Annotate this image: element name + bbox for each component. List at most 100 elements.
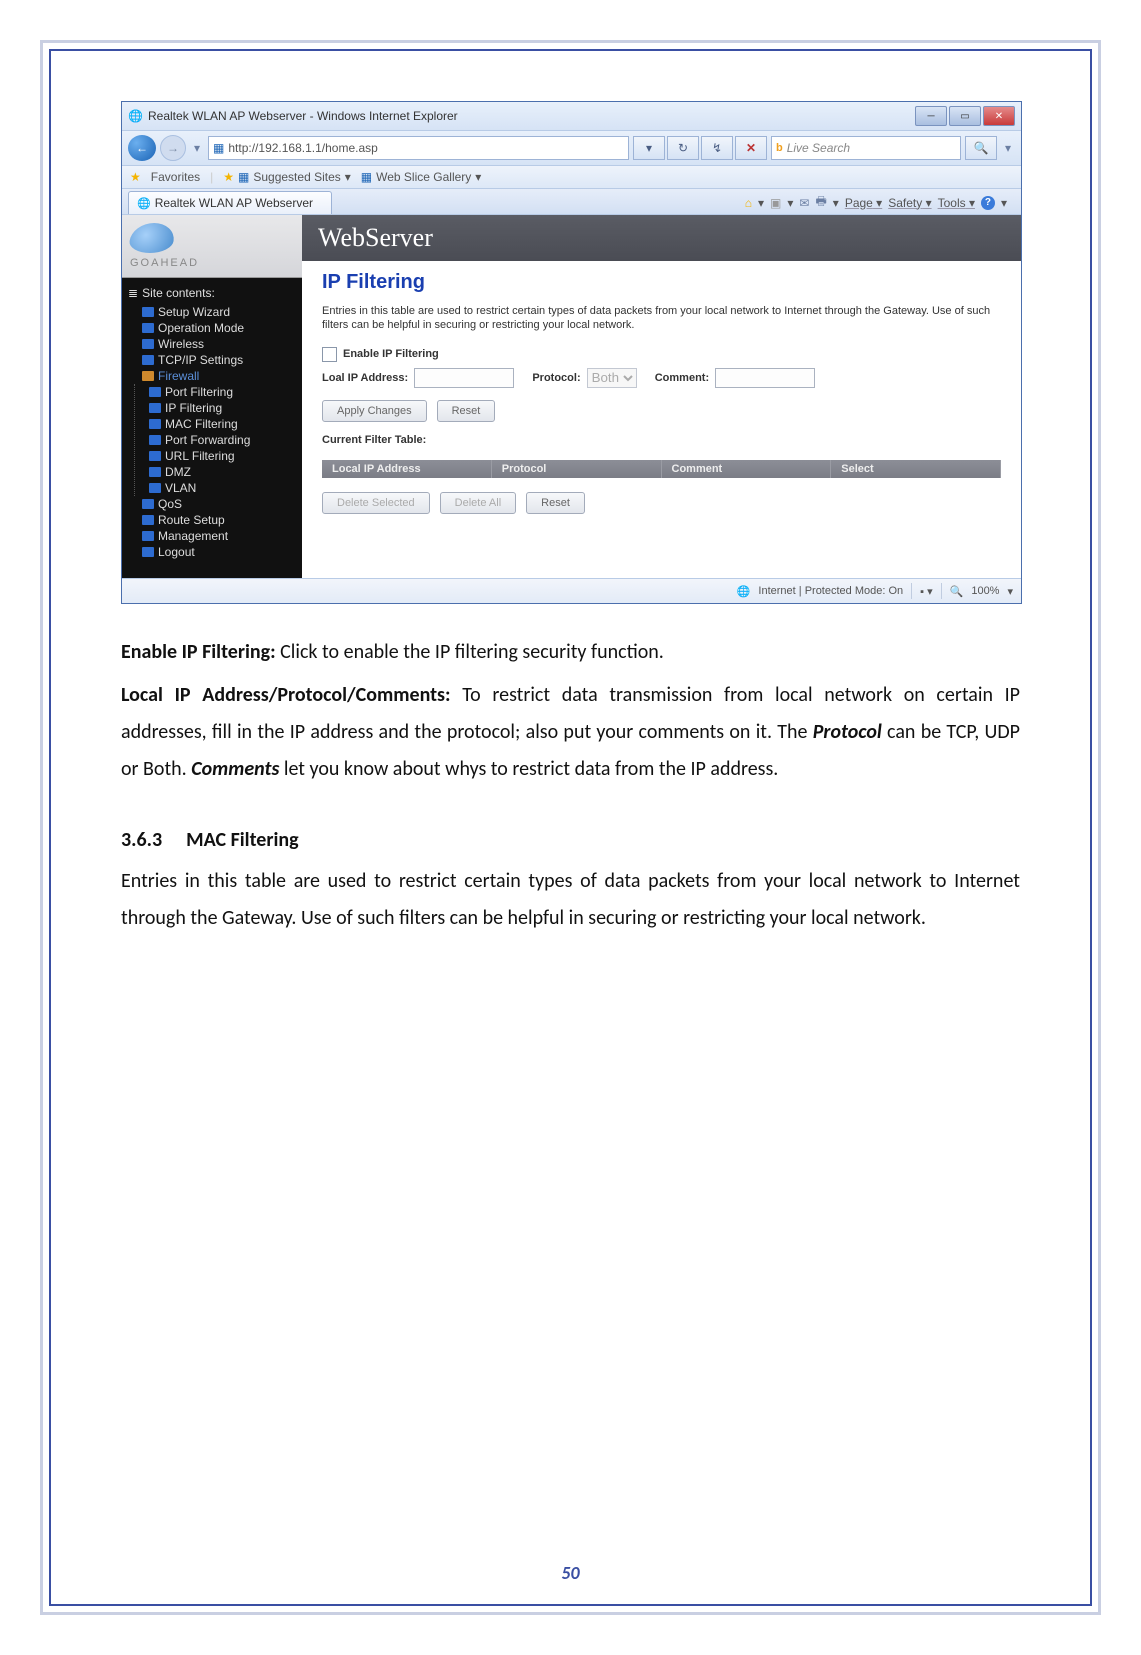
zoom-level[interactable]: 100% — [971, 585, 999, 597]
swoosh-icon — [128, 223, 176, 253]
sidebar: GOAHEAD ≣ Site contents: Setup Wizard Op… — [122, 215, 302, 578]
refresh-button[interactable]: ↻ — [667, 136, 699, 160]
tree-icon: ≣ — [128, 286, 138, 300]
window-titlebar: 🌐 Realtek WLAN AP Webserver - Windows In… — [122, 102, 1021, 131]
protocol-select[interactable]: Both — [587, 368, 637, 388]
page-number: 50 — [51, 1562, 1090, 1584]
enable-row: Enable IP Filtering — [322, 347, 1001, 362]
enable-checkbox[interactable] — [322, 347, 337, 362]
search-button[interactable]: 🔍 — [965, 136, 997, 160]
protected-mode-dropdown[interactable]: ▪ ▾ — [920, 585, 932, 598]
delete-selected-button[interactable]: Delete Selected — [322, 492, 430, 514]
browser-tab[interactable]: 🌐 Realtek WLAN AP Webserver — [128, 191, 332, 214]
page-content: GOAHEAD ≣ Site contents: Setup Wizard Op… — [122, 215, 1021, 578]
nav-operation-mode[interactable]: Operation Mode — [142, 320, 296, 336]
chevron-down-icon[interactable]: ▾ — [833, 196, 839, 210]
command-bar: ⌂ ▾ ▣ ▾ ✉ 🖶 ▾ Page ▾ Safety ▾ Tools ▾ ? ▾ — [745, 192, 1015, 213]
nav-tree: ≣ Site contents: Setup Wizard Operation … — [122, 278, 302, 568]
url-field[interactable]: ▦ http://192.168.1.1/home.asp — [208, 136, 629, 160]
help-icon[interactable]: ? — [981, 196, 995, 210]
webserver-header: WebServer — [302, 215, 1021, 261]
reset-table-button[interactable]: Reset — [526, 492, 585, 514]
window-maximize-button[interactable]: ▭ — [949, 106, 981, 126]
tree-title: ≣ Site contents: — [128, 286, 296, 300]
col-select: Select — [831, 460, 1001, 478]
comment-label: Comment: — [655, 372, 709, 384]
section-heading: 3.6.3MAC Filtering — [121, 822, 1020, 859]
favorites-label[interactable]: Favorites — [151, 170, 200, 184]
rss-icon[interactable]: ▣ — [770, 196, 781, 210]
chevron-down-icon[interactable]: ▾ — [758, 196, 764, 210]
nav-back-button[interactable]: ← — [128, 135, 156, 161]
tab-title: Realtek WLAN AP Webserver — [155, 196, 313, 210]
favorites-star-icon[interactable]: ★ — [130, 170, 141, 184]
address-row: Loal IP Address: Protocol: Both Comment: — [322, 368, 1001, 388]
ie-icon: 🌐 — [128, 109, 142, 123]
nav-dmz[interactable]: DMZ — [149, 464, 296, 480]
compat-view-button[interactable]: ↯ — [701, 136, 733, 160]
home-icon[interactable]: ⌂ — [745, 196, 752, 210]
nav-ip-filtering[interactable]: IP Filtering — [149, 400, 296, 416]
nav-wireless[interactable]: Wireless — [142, 336, 296, 352]
page-title: IP Filtering — [322, 271, 1001, 294]
nav-route-setup[interactable]: Route Setup — [142, 512, 296, 528]
window-title: Realtek WLAN AP Webserver - Windows Inte… — [148, 109, 913, 123]
nav-port-forwarding[interactable]: Port Forwarding — [149, 432, 296, 448]
window-close-button[interactable]: ✕ — [983, 106, 1015, 126]
window-minimize-button[interactable]: ─ — [915, 106, 947, 126]
delete-all-button[interactable]: Delete All — [440, 492, 516, 514]
nav-logout[interactable]: Logout — [142, 544, 296, 560]
col-local-ip: Local IP Address — [322, 460, 492, 478]
page-description: Entries in this table are used to restri… — [322, 304, 1001, 333]
chevron-down-icon[interactable]: ▾ — [1001, 196, 1007, 210]
para-local-ip: Local IP Address/Protocol/Comments: To r… — [121, 677, 1020, 788]
brand-logo: GOAHEAD — [122, 215, 302, 278]
mail-icon[interactable]: ✉ — [799, 196, 809, 210]
page-menu[interactable]: Page ▾ — [845, 196, 882, 210]
nav-management[interactable]: Management — [142, 528, 296, 544]
status-bar: 🌐 Internet | Protected Mode: On ▪ ▾ 🔍 10… — [122, 578, 1021, 603]
web-slice-link[interactable]: ▦ Web Slice Gallery ▾ — [361, 170, 482, 184]
tab-bar: 🌐 Realtek WLAN AP Webserver ⌂ ▾ ▣ ▾ ✉ 🖶 ▾ P… — [122, 189, 1021, 215]
zoom-dropdown[interactable]: ▾ — [1007, 585, 1013, 598]
reset-button[interactable]: Reset — [437, 400, 496, 422]
print-icon[interactable]: 🖶 — [815, 192, 826, 213]
doc-body: Enable IP Filtering: Click to enable the… — [121, 634, 1020, 937]
page-icon: ▦ — [213, 141, 224, 155]
suggested-sites-link[interactable]: ★ ▦ Suggested Sites ▾ — [223, 170, 351, 184]
local-ip-input[interactable] — [414, 368, 514, 388]
url-dropdown-button[interactable]: ▾ — [633, 136, 665, 160]
tools-menu[interactable]: Tools ▾ — [938, 196, 975, 210]
zone-icon: 🌐 — [737, 585, 751, 598]
nav-setup-wizard[interactable]: Setup Wizard — [142, 304, 296, 320]
nav-qos[interactable]: QoS — [142, 496, 296, 512]
nav-mac-filtering[interactable]: MAC Filtering — [149, 416, 296, 432]
nav-firewall[interactable]: Firewall — [142, 368, 296, 384]
local-ip-label: Loal IP Address: — [322, 372, 408, 384]
chevron-down-icon[interactable]: ▾ — [787, 196, 793, 210]
nav-tcpip[interactable]: TCP/IP Settings — [142, 352, 296, 368]
col-comment: Comment — [662, 460, 832, 478]
main-panel: WebServer IP Filtering Entries in this t… — [302, 215, 1021, 578]
page-icon: ▦ — [361, 170, 372, 184]
section-body: Entries in this table are used to restri… — [121, 863, 1020, 937]
search-dropdown[interactable]: ▾ — [1001, 141, 1015, 155]
nav-forward-button[interactable]: → — [160, 135, 186, 161]
bing-icon: b — [776, 142, 783, 154]
nav-vlan[interactable]: VLAN — [149, 480, 296, 496]
url-text: http://192.168.1.1/home.asp — [228, 141, 377, 155]
search-field[interactable]: b Live Search — [771, 136, 961, 160]
stop-button[interactable]: ✕ — [735, 136, 767, 160]
nav-history-dropdown[interactable]: ▾ — [190, 141, 204, 155]
enable-label: Enable IP Filtering — [343, 348, 439, 360]
star-icon: ★ — [223, 170, 234, 184]
search-placeholder: Live Search — [787, 141, 850, 155]
nav-port-filtering[interactable]: Port Filtering — [149, 384, 296, 400]
safety-menu[interactable]: Safety ▾ — [888, 196, 931, 210]
para-enable: Enable IP Filtering: Click to enable the… — [121, 634, 1020, 671]
comment-input[interactable] — [715, 368, 815, 388]
col-protocol: Protocol — [492, 460, 662, 478]
zoom-icon[interactable]: 🔍 — [950, 585, 964, 598]
nav-url-filtering[interactable]: URL Filtering — [149, 448, 296, 464]
apply-button[interactable]: Apply Changes — [322, 400, 427, 422]
